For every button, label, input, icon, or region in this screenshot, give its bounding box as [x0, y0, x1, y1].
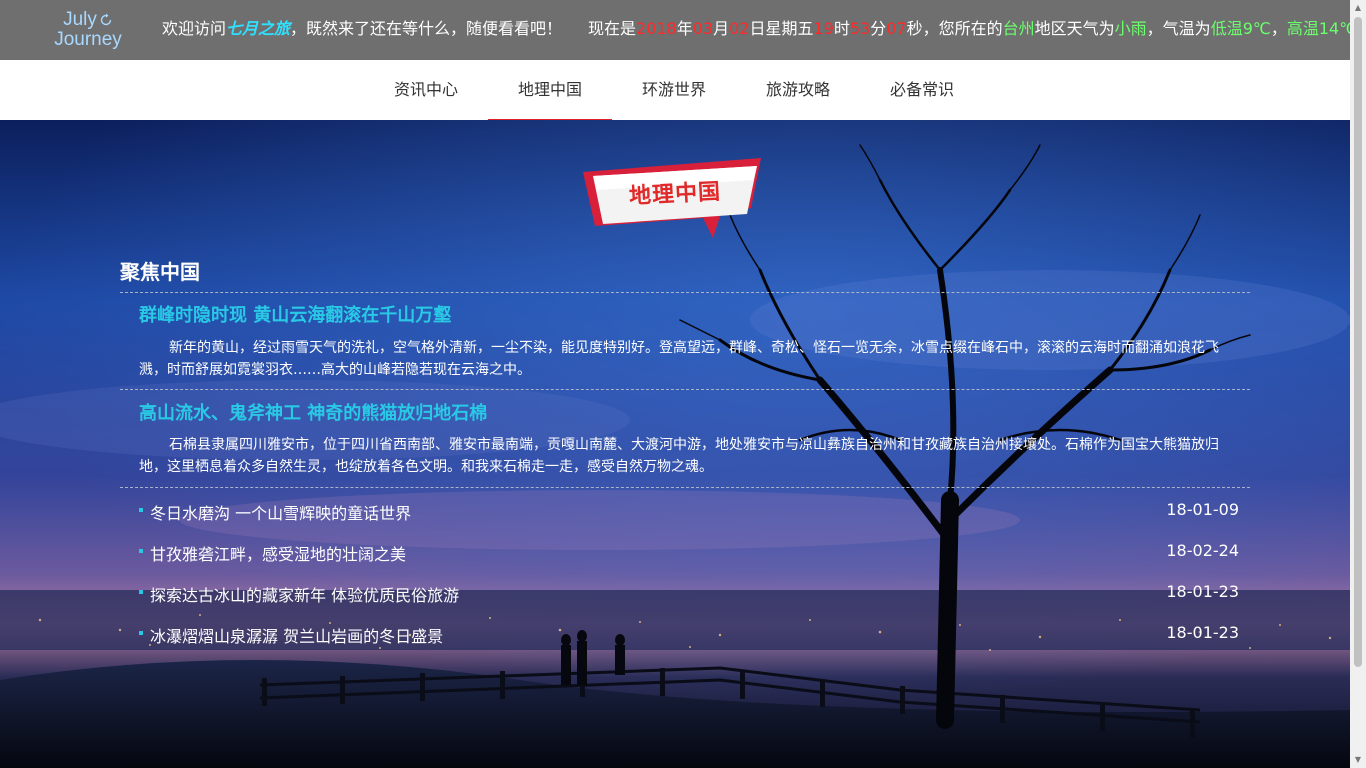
- list-item-title[interactable]: 探索达古冰山的藏家新年 体验优质民俗旅游: [150, 582, 459, 606]
- site-logo[interactable]: July Journey: [48, 10, 128, 50]
- welcome-brand: 七月之旅: [226, 19, 291, 38]
- main-nav: 资讯中心 地理中国 环游世界 旅游攻略 必备常识: [0, 60, 1350, 122]
- welcome-message: 欢迎访问七月之旅，既然来了还在等什么，随便看看吧！: [162, 19, 562, 39]
- bullet-icon: [139, 631, 143, 635]
- nav-item-travel-guide[interactable]: 旅游攻略: [736, 60, 860, 120]
- scrollbar-thumb[interactable]: [1354, 17, 1362, 667]
- hero-section: 地理中国 聚焦中国 群峰时隐时现 黄山云海翻滚在千山万壑 新年的黄山，经过雨雪天…: [0, 120, 1350, 768]
- list-item[interactable]: 探索达古冰山的藏家新年 体验优质民俗旅游 18-01-23: [139, 582, 1239, 606]
- list-item-date: 18-01-23: [1166, 582, 1239, 601]
- vertical-scrollbar[interactable]: ▲ ▼: [1350, 0, 1366, 768]
- list-item-date: 18-01-09: [1166, 500, 1239, 519]
- day-value: 02: [729, 19, 750, 38]
- logo-line-2: Journey: [54, 29, 122, 50]
- section-badge-title: 地理中国: [628, 179, 722, 210]
- list-item[interactable]: 冬日水磨沟 一个山雪辉映的童话世界 18-01-09: [139, 500, 1239, 524]
- list-item-title[interactable]: 冬日水磨沟 一个山雪辉映的童话世界: [150, 500, 411, 524]
- bullet-icon: [139, 549, 143, 553]
- scroll-up-arrow-icon[interactable]: ▲: [1350, 0, 1366, 16]
- list-item-date: 18-02-24: [1166, 541, 1239, 560]
- hour-unit: 时: [833, 19, 850, 38]
- minute-value: 53: [849, 19, 871, 38]
- scroll-down-arrow-icon[interactable]: ▼: [1350, 752, 1366, 768]
- feature-body-1: 新年的黄山，经过雨雪天气的洗礼，空气格外清新，一尘不染，能见度特别好。登高望远，…: [139, 340, 1219, 378]
- nav-item-essentials[interactable]: 必备常识: [860, 60, 984, 120]
- temp-low: 低温9℃: [1210, 19, 1271, 38]
- time-prefix: 现在是: [588, 19, 637, 38]
- feature-title-1[interactable]: 群峰时隐时现 黄山云海翻滚在千山万壑: [139, 301, 451, 327]
- datetime-weather-info: 现在是2018年03月02日星期五19时53分07秒，您所在的台州地区天气为小雨…: [588, 19, 1366, 39]
- logo-line-1: July: [63, 9, 97, 30]
- welcome-prefix: 欢迎访问: [162, 19, 227, 38]
- list-item-date: 18-01-23: [1166, 623, 1239, 642]
- divider: [120, 389, 1250, 390]
- temp-prefix: ，气温为: [1146, 19, 1211, 38]
- divider: [120, 487, 1250, 488]
- weather-prefix: 地区天气为: [1034, 19, 1115, 38]
- focus-title: 聚焦中国: [120, 260, 200, 284]
- top-bar: July Journey 欢迎访问七月之旅，既然来了还在等什么，随便看看吧！ 现…: [0, 0, 1366, 60]
- nav-item-world-travel[interactable]: 环游世界: [612, 60, 736, 120]
- weather-value: 小雨: [1114, 19, 1147, 38]
- nav-item-news[interactable]: 资讯中心: [364, 60, 488, 120]
- divider: [120, 292, 1250, 293]
- second-value: 07: [886, 19, 907, 38]
- year-value: 2018: [636, 19, 677, 38]
- temp-high: 高温14℃: [1286, 19, 1358, 38]
- city-name: 台州: [1002, 19, 1035, 38]
- day-unit: 日星期五: [749, 19, 814, 38]
- list-item[interactable]: 冰瀑熠熠山泉潺潺 贺兰山岩画的冬日盛景 18-01-23: [139, 623, 1239, 647]
- feature-body-2: 石棉县隶属四川雅安市，位于四川省西南部、雅安市最南端，贡嘎山南麓、大渡河中游，地…: [139, 437, 1219, 475]
- list-item-title[interactable]: 甘孜雅砻江畔，感受湿地的壮阔之美: [150, 541, 406, 565]
- year-unit: 年: [676, 19, 693, 38]
- bullet-icon: [139, 508, 143, 512]
- month-value: 03: [692, 19, 714, 38]
- minute-unit: 分: [870, 19, 887, 38]
- bullet-icon: [139, 590, 143, 594]
- second-unit: 秒，您所在的: [906, 19, 1003, 38]
- refresh-icon: [100, 13, 112, 26]
- list-item[interactable]: 甘孜雅砻江畔，感受湿地的壮阔之美 18-02-24: [139, 541, 1239, 565]
- hour-value: 19: [813, 19, 834, 38]
- nav-item-geography-china[interactable]: 地理中国: [488, 60, 612, 122]
- feature-title-2[interactable]: 高山流水、鬼斧神工 神奇的熊猫放归地石棉: [139, 399, 487, 425]
- temp-separator: ，: [1270, 19, 1287, 38]
- month-unit: 月: [713, 19, 730, 38]
- list-item-title[interactable]: 冰瀑熠熠山泉潺潺 贺兰山岩画的冬日盛景: [150, 623, 443, 647]
- welcome-suffix: ，既然来了还在等什么，随便看看吧！: [290, 19, 563, 38]
